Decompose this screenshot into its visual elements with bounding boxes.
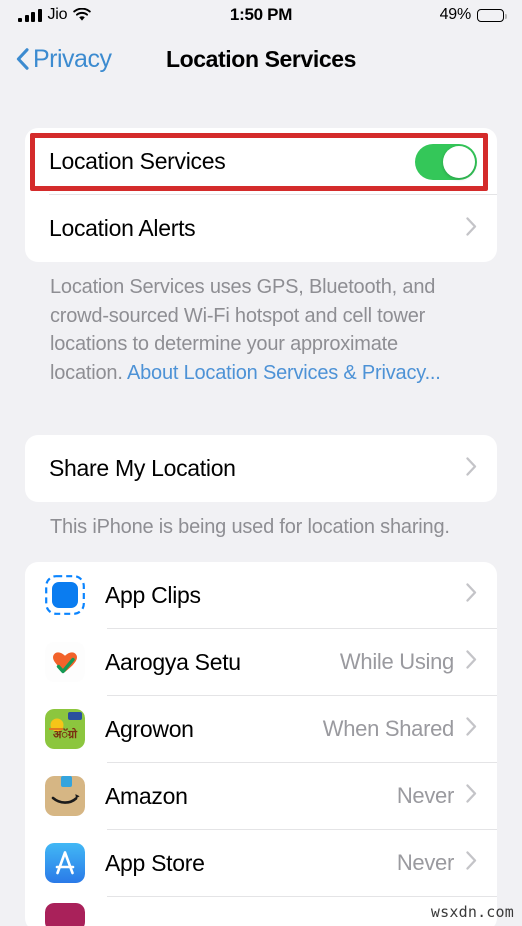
app-name: Aarogya Setu bbox=[105, 648, 241, 675]
app-name: App Store bbox=[105, 849, 205, 876]
status-bar: Jio 1:50 PM 49% bbox=[0, 0, 522, 30]
app-permission: Never bbox=[396, 783, 454, 809]
status-bar-left: Jio bbox=[18, 6, 92, 24]
app-store-icon bbox=[45, 843, 85, 884]
svg-text:अॅग्रो: अॅग्रो bbox=[53, 727, 78, 741]
row-location-services[interactable]: Location Services bbox=[25, 128, 497, 195]
app-clips-icon bbox=[45, 575, 85, 616]
chevron-right-icon bbox=[466, 457, 477, 481]
agrowon-icon: अॅग्रो bbox=[45, 709, 85, 750]
battery-percent-label: 49% bbox=[439, 6, 472, 23]
share-my-location-label: Share My Location bbox=[49, 455, 236, 482]
location-alerts-label: Location Alerts bbox=[49, 215, 196, 241]
settings-content: Location Services Location Alerts Locati… bbox=[0, 128, 522, 926]
table-row[interactable]: Aarogya Setu While Using bbox=[25, 629, 497, 696]
chevron-right-icon bbox=[466, 583, 477, 607]
chevron-right-icon bbox=[466, 216, 477, 241]
table-row[interactable]: अॅग्रो Agrowon When Shared bbox=[25, 696, 497, 763]
app-name: Amazon bbox=[105, 782, 188, 809]
table-row[interactable]: App Store Never bbox=[25, 830, 497, 897]
chevron-right-icon bbox=[466, 851, 477, 875]
back-button[interactable]: Privacy bbox=[16, 44, 112, 74]
app-permission: While Using bbox=[339, 649, 454, 675]
watermark: wsxdn.com bbox=[430, 903, 514, 921]
amazon-icon bbox=[45, 776, 85, 817]
app-permission: When Shared bbox=[322, 716, 455, 742]
row-location-alerts[interactable]: Location Alerts bbox=[25, 195, 497, 262]
apps-permission-card: App Clips Aarogya Setu While Using अॅग्र… bbox=[25, 561, 497, 926]
share-location-card: Share My Location bbox=[25, 435, 497, 503]
location-services-card: Location Services Location Alerts bbox=[25, 128, 497, 262]
table-row[interactable]: Amazon Never bbox=[25, 763, 497, 830]
aarogya-setu-icon bbox=[45, 642, 85, 683]
app-name: Agrowon bbox=[105, 715, 194, 742]
app-name: App Clips bbox=[105, 581, 201, 608]
table-row[interactable]: App Clips bbox=[25, 562, 497, 629]
row-share-my-location[interactable]: Share My Location bbox=[25, 435, 497, 502]
status-bar-right: 49% bbox=[439, 6, 507, 24]
cellular-bars-icon bbox=[18, 8, 42, 22]
chevron-right-icon bbox=[466, 717, 477, 741]
share-location-footnote: This iPhone is being used for location s… bbox=[50, 516, 450, 539]
about-location-services-link[interactable]: About Location Services & Privacy... bbox=[127, 362, 441, 384]
toggle-knob bbox=[443, 145, 475, 178]
back-button-label: Privacy bbox=[33, 44, 112, 73]
chevron-left-icon bbox=[16, 48, 29, 70]
app-permission: Never bbox=[396, 850, 454, 876]
location-services-toggle[interactable] bbox=[415, 143, 477, 180]
table-row-partial[interactable] bbox=[25, 897, 497, 926]
chevron-right-icon bbox=[466, 784, 477, 808]
iphone-screen: Jio 1:50 PM 49% Privacy Location Service… bbox=[0, 0, 522, 926]
location-services-label: Location Services bbox=[49, 148, 226, 174]
navigation-bar: Privacy Location Services bbox=[0, 30, 522, 88]
chevron-right-icon bbox=[466, 650, 477, 674]
wifi-icon bbox=[73, 8, 92, 22]
carrier-label: Jio bbox=[47, 6, 68, 23]
location-services-footnote: Location Services uses GPS, Bluetooth, a… bbox=[25, 262, 497, 387]
partial-app-icon bbox=[45, 902, 85, 926]
battery-icon bbox=[477, 8, 507, 22]
